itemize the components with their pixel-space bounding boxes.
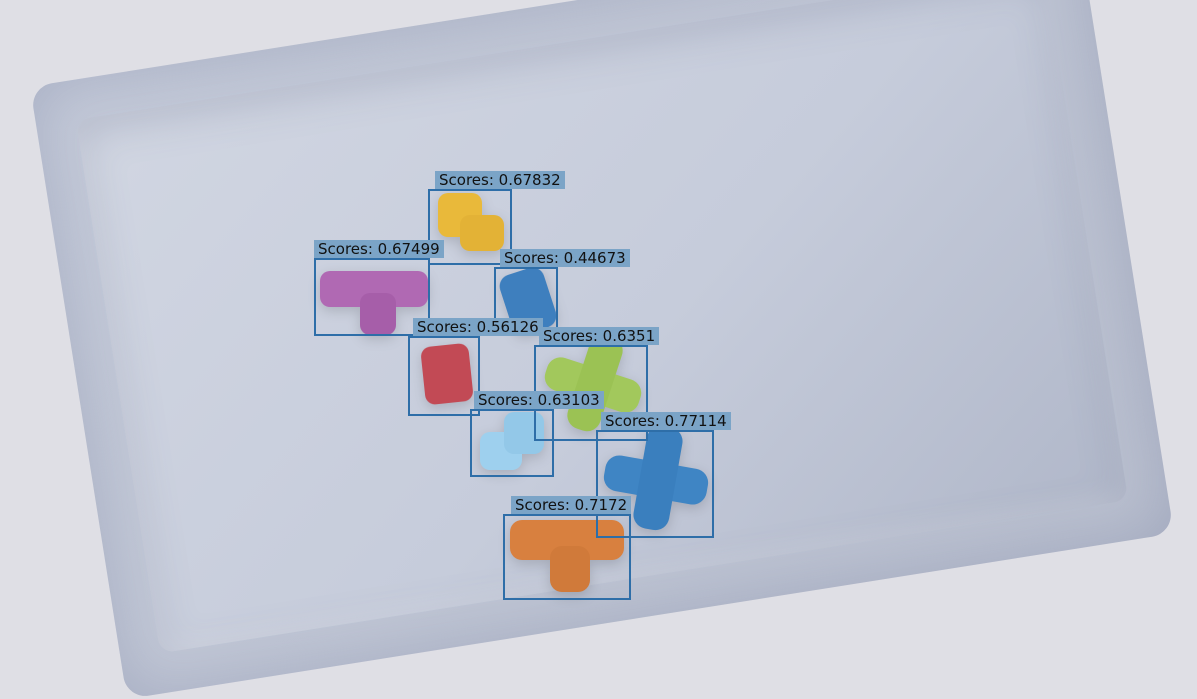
- score-label-red-block: Scores: 0.56126: [413, 318, 543, 336]
- bbox-orange-tee: [503, 514, 631, 600]
- score-label-blue-cylinder: Scores: 0.44673: [500, 249, 630, 267]
- bbox-red-block: [408, 336, 480, 416]
- score-label-yellow-elbow: Scores: 0.67832: [435, 171, 565, 189]
- score-label-green-cross: Scores: 0.6351: [539, 327, 659, 345]
- score-label-orange-tee: Scores: 0.7172: [511, 496, 631, 514]
- score-label-blue-cross: Scores: 0.77114: [601, 412, 731, 430]
- bbox-lightblue-elbow: [470, 409, 554, 477]
- score-label-purple-tee: Scores: 0.67499: [314, 240, 444, 258]
- score-label-lightblue-elbow: Scores: 0.63103: [474, 391, 604, 409]
